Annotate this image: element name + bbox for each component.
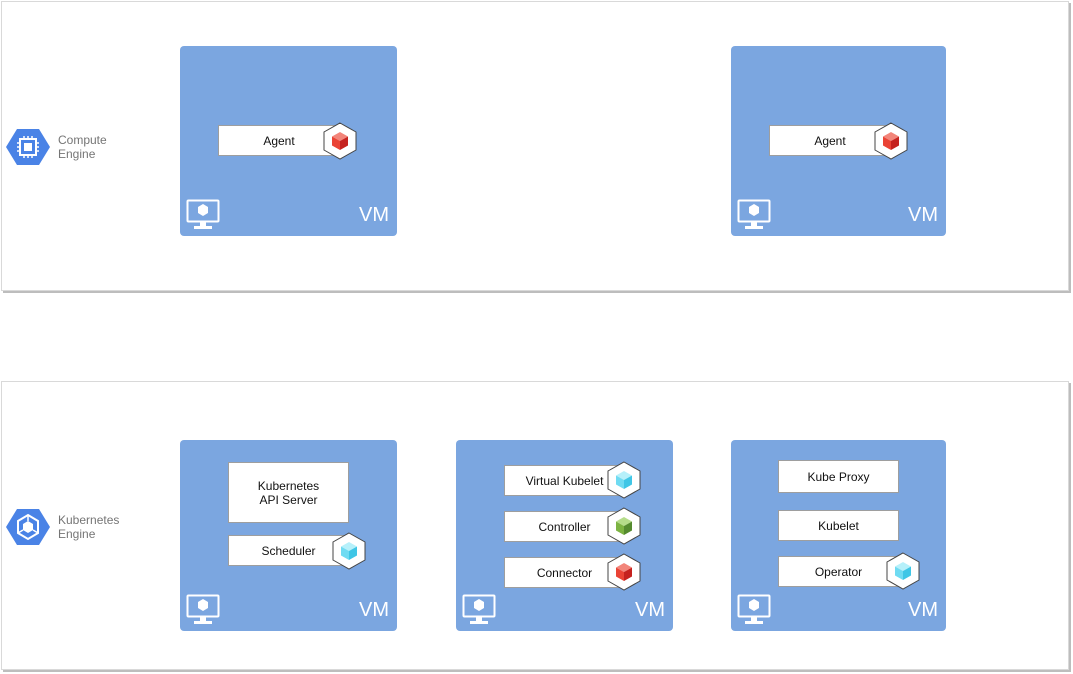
kube-proxy-node: Kube Proxy (778, 460, 899, 493)
node-label: Controller (538, 519, 591, 534)
zone-label-line: Kubernetes (58, 513, 120, 527)
node-label: Kube Proxy (807, 469, 870, 484)
cube-green-icon (607, 507, 641, 545)
node-label: Agent (814, 133, 846, 148)
node-label: Kubernetes (257, 478, 320, 493)
vm-box: Kube Proxy Kubelet Operator VM (731, 440, 946, 631)
monitor-icon (186, 199, 220, 229)
cube-cyan-icon (886, 552, 920, 590)
monitor-icon (737, 594, 771, 624)
vm-label: VM (908, 599, 938, 621)
kubernetes-engine-label: Kubernetes Engine (6, 505, 119, 549)
zone-label-line: Compute (58, 133, 107, 147)
monitor-icon (462, 594, 496, 624)
cube-cyan-icon (607, 461, 641, 499)
vm-box: Kubernetes API Server Scheduler VM (180, 440, 397, 631)
node-label: Virtual Kubelet (525, 473, 604, 488)
kubernetes-api-server-node: Kubernetes API Server (228, 462, 349, 523)
monitor-icon (186, 594, 220, 624)
kubernetes-engine-icon (6, 505, 50, 549)
cube-red-icon (607, 553, 641, 591)
node-label: Agent (263, 133, 295, 148)
node-label: Connector (536, 565, 593, 580)
cube-red-icon (323, 122, 357, 160)
cube-cyan-icon (332, 532, 366, 570)
vm-box: Agent VM (731, 46, 946, 236)
vm-label: VM (635, 599, 665, 621)
monitor-icon (737, 199, 771, 229)
node-label: Scheduler (261, 543, 316, 558)
cube-red-icon (874, 122, 908, 160)
operator-node: Operator (778, 556, 899, 587)
vm-box: Agent VM (180, 46, 397, 236)
compute-engine-label: Compute Engine (6, 125, 107, 169)
vm-box: Virtual Kubelet Controller Connector VM (456, 440, 673, 631)
vm-label: VM (908, 204, 938, 226)
node-label: API Server (259, 492, 318, 507)
node-label: Operator (814, 564, 863, 579)
zone-label-line: Engine (58, 527, 96, 541)
vm-label: VM (359, 599, 389, 621)
kubelet-node: Kubelet (778, 510, 899, 541)
compute-engine-text: Compute Engine (58, 133, 107, 161)
node-label: Kubelet (818, 518, 859, 533)
vm-label: VM (359, 204, 389, 226)
kubernetes-engine-text: Kubernetes Engine (58, 513, 119, 541)
zone-label-line: Engine (58, 147, 96, 161)
compute-engine-icon (6, 125, 50, 169)
